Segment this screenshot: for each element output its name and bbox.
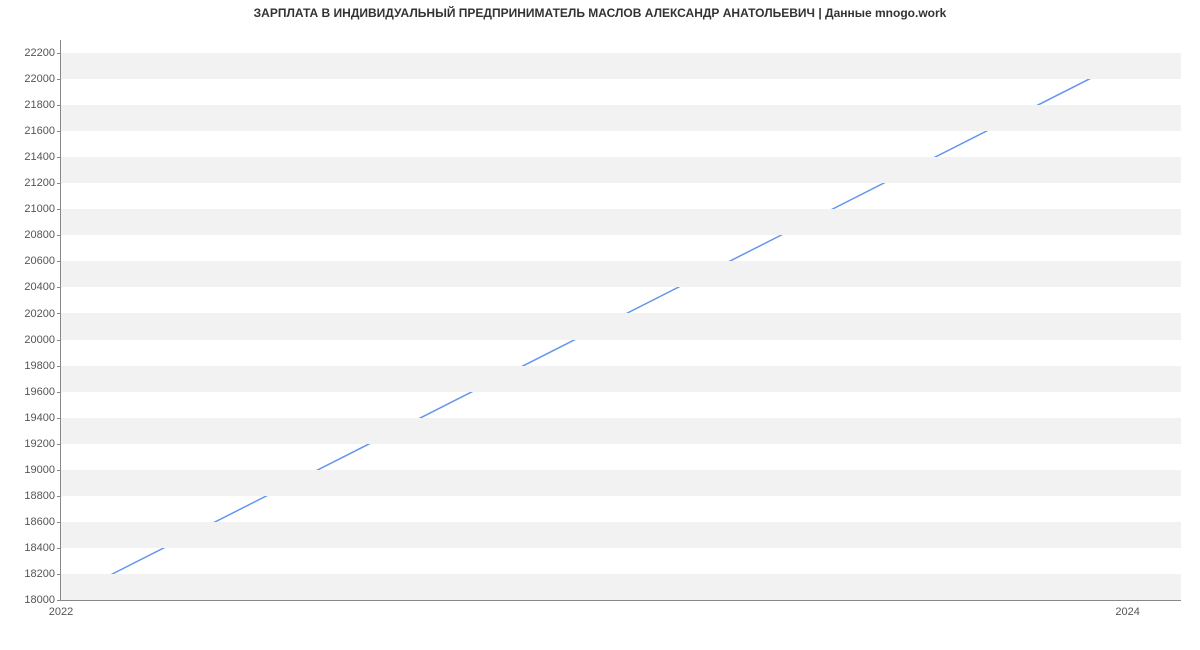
y-tick-mark <box>57 470 61 471</box>
y-tick-mark <box>57 444 61 445</box>
grid-band <box>61 418 1181 444</box>
grid-band <box>61 470 1181 496</box>
grid-band <box>61 366 1181 392</box>
grid-band <box>61 574 1181 600</box>
x-tick-label: 2024 <box>1115 600 1139 618</box>
grid-band <box>61 157 1181 183</box>
y-tick-mark <box>57 79 61 80</box>
y-tick-mark <box>57 522 61 523</box>
chart-title: ЗАРПЛАТА В ИНДИВИДУАЛЬНЫЙ ПРЕДПРИНИМАТЕЛ… <box>0 6 1200 20</box>
y-tick-mark <box>57 548 61 549</box>
y-tick-mark <box>57 157 61 158</box>
y-tick-mark <box>57 235 61 236</box>
y-tick-mark <box>57 496 61 497</box>
chart-container: ЗАРПЛАТА В ИНДИВИДУАЛЬНЫЙ ПРЕДПРИНИМАТЕЛ… <box>0 0 1200 650</box>
grid-band <box>61 313 1181 339</box>
y-tick-mark <box>57 287 61 288</box>
y-tick-mark <box>57 261 61 262</box>
y-tick-mark <box>57 131 61 132</box>
grid-band <box>61 522 1181 548</box>
y-tick-mark <box>57 105 61 106</box>
grid-band <box>61 261 1181 287</box>
plot-area: 1800018200184001860018800190001920019400… <box>60 40 1181 601</box>
y-tick-mark <box>57 574 61 575</box>
y-tick-mark <box>57 340 61 341</box>
y-tick-mark <box>57 209 61 210</box>
grid-band <box>61 53 1181 79</box>
y-tick-mark <box>57 183 61 184</box>
y-tick-mark <box>57 313 61 314</box>
y-tick-mark <box>57 366 61 367</box>
y-tick-mark <box>57 392 61 393</box>
y-tick-mark <box>57 53 61 54</box>
x-tick-label: 2022 <box>49 600 73 618</box>
grid-band <box>61 105 1181 131</box>
grid-band <box>61 209 1181 235</box>
y-tick-mark <box>57 418 61 419</box>
